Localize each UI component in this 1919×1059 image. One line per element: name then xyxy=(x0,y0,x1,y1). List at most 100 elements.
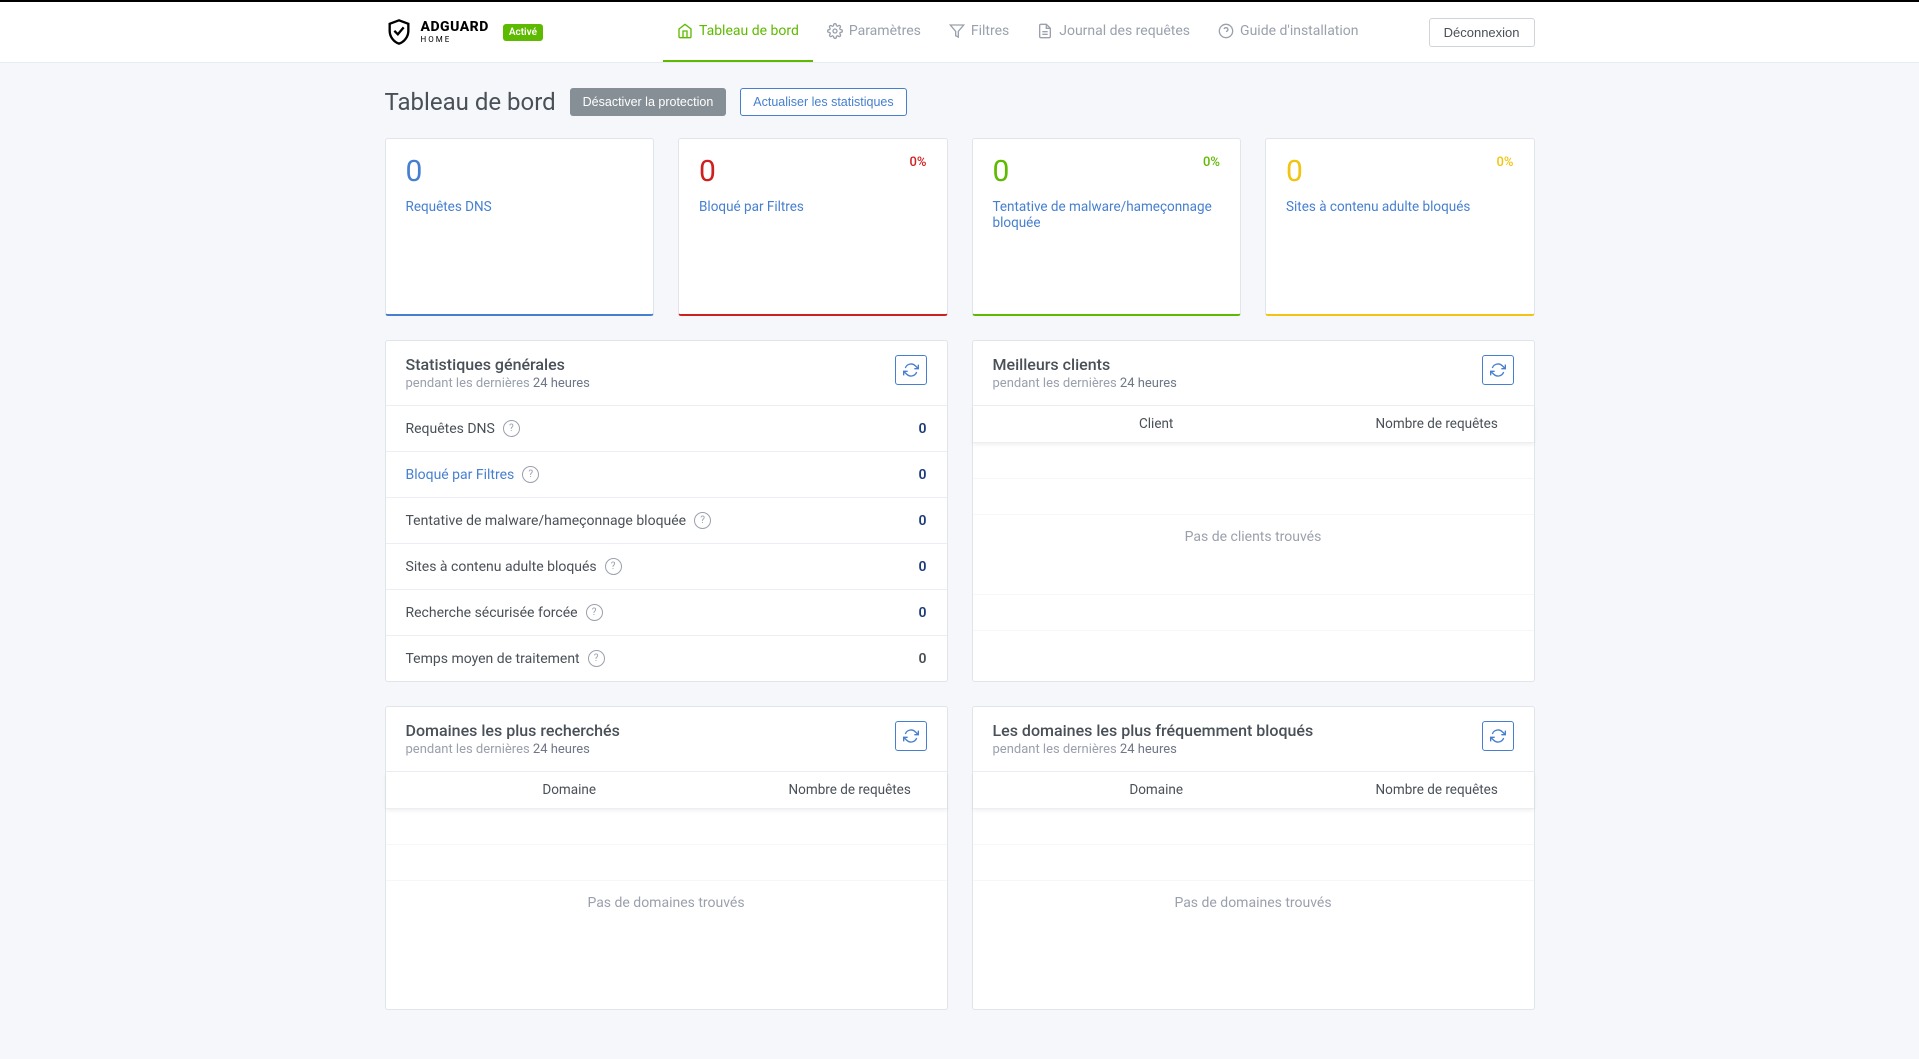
stat-card-malware: 0% 0 Tentative de malware/hameçonnage bl… xyxy=(972,138,1242,316)
stat-row: Bloqué par Filtres? 0 xyxy=(386,452,947,498)
nav-settings[interactable]: Paramètres xyxy=(813,2,935,62)
stat-label-link[interactable]: Bloqué par Filtres xyxy=(699,199,804,215)
stat-label-link[interactable]: Sites à contenu adulte bloqués xyxy=(1286,199,1470,215)
stat-row: Tentative de malware/hameçonnage bloquée… xyxy=(386,498,947,544)
nav-label: Guide d'installation xyxy=(1240,23,1358,39)
panel-general-stats: Statistiques générales pendant les derni… xyxy=(385,340,948,682)
brand-name: ADGUARD xyxy=(421,20,489,34)
help-icon xyxy=(1218,23,1234,39)
help-icon[interactable]: ? xyxy=(586,604,603,621)
panel-title: Domaines les plus recherchés xyxy=(406,721,620,740)
logo[interactable]: ADGUARD HOME Activé xyxy=(385,18,544,46)
stat-label-link[interactable]: Requêtes DNS xyxy=(406,199,492,215)
table-row xyxy=(973,809,1534,845)
nav-filters[interactable]: Filtres xyxy=(935,2,1023,62)
stat-value: 0 xyxy=(993,157,1221,187)
nav-dashboard[interactable]: Tableau de bord xyxy=(663,2,813,62)
status-badge: Activé xyxy=(503,24,543,41)
gear-icon xyxy=(827,23,843,39)
nav-setup[interactable]: Guide d'installation xyxy=(1204,2,1372,62)
refresh-button[interactable] xyxy=(895,355,927,385)
file-icon xyxy=(1037,23,1053,39)
col-header: Nombre de requêtes xyxy=(1340,772,1534,808)
stat-row-value: 0 xyxy=(919,467,927,483)
refresh-button[interactable] xyxy=(895,721,927,751)
table-header: Client Nombre de requêtes xyxy=(973,406,1534,443)
filter-icon xyxy=(949,23,965,39)
stat-value: 0 xyxy=(406,157,634,187)
panel-title: Statistiques générales xyxy=(406,355,590,374)
table-row xyxy=(973,845,1534,881)
stat-row-value: 0 xyxy=(919,421,927,437)
refresh-button[interactable] xyxy=(1482,721,1514,751)
stat-row: Temps moyen de traitement? 0 xyxy=(386,636,947,681)
stat-label-link[interactable]: Tentative de malware/hameçonnage bloquée xyxy=(993,199,1212,231)
stat-row-value: 0 xyxy=(919,559,927,575)
stat-card-dns: 0 Requêtes DNS xyxy=(385,138,655,316)
refresh-icon xyxy=(903,728,919,744)
panel-top-queried: Domaines les plus recherchés pendant les… xyxy=(385,706,948,1010)
panel-subtitle: pendant les dernières 24 heures xyxy=(406,376,590,391)
panel-top-clients: Meilleurs clients pendant les dernières … xyxy=(972,340,1535,682)
table-header: Domaine Nombre de requêtes xyxy=(386,772,947,809)
empty-message: Pas de clients trouvés xyxy=(973,515,1534,559)
table-row xyxy=(973,595,1534,631)
refresh-stats-button[interactable]: Actualiser les statistiques xyxy=(740,88,906,116)
refresh-icon xyxy=(1490,728,1506,744)
home-icon xyxy=(677,23,693,39)
help-icon[interactable]: ? xyxy=(522,466,539,483)
logout-button[interactable]: Déconnexion xyxy=(1429,18,1535,47)
panel-subtitle: pendant les dernières 24 heures xyxy=(993,742,1314,757)
col-header: Domaine xyxy=(386,772,753,808)
stat-pct: 0% xyxy=(1203,155,1220,170)
nav-label: Tableau de bord xyxy=(699,23,799,39)
table-row xyxy=(973,443,1534,479)
table-row xyxy=(386,845,947,881)
stat-pct: 0% xyxy=(910,155,927,170)
stat-card-blocked: 0% 0 Bloqué par Filtres xyxy=(678,138,948,316)
shield-icon xyxy=(385,18,413,46)
stat-row-value: 0 xyxy=(919,513,927,529)
refresh-icon xyxy=(903,362,919,378)
page-header: Tableau de bord Désactiver la protection… xyxy=(385,88,1535,116)
stat-row: Sites à contenu adulte bloqués? 0 xyxy=(386,544,947,590)
nav-label: Journal des requêtes xyxy=(1059,23,1190,39)
brand-sub: HOME xyxy=(421,36,489,44)
stat-value: 0 xyxy=(1286,157,1514,187)
help-icon[interactable]: ? xyxy=(588,650,605,667)
refresh-icon xyxy=(1490,362,1506,378)
table-header: Domaine Nombre de requêtes xyxy=(973,772,1534,809)
main-nav: Tableau de bord Paramètres Filtres Journ… xyxy=(663,2,1373,62)
col-header: Nombre de requêtes xyxy=(753,772,947,808)
col-header: Domaine xyxy=(973,772,1340,808)
stat-row: Recherche sécurisée forcée? 0 xyxy=(386,590,947,636)
help-icon[interactable]: ? xyxy=(605,558,622,575)
nav-querylog[interactable]: Journal des requêtes xyxy=(1023,2,1204,62)
nav-label: Filtres xyxy=(971,23,1009,39)
panel-top-blocked: Les domaines les plus fréquemment bloqué… xyxy=(972,706,1535,1010)
page-title: Tableau de bord xyxy=(385,88,556,116)
stat-pct: 0% xyxy=(1497,155,1514,170)
stat-row-value: 0 xyxy=(919,605,927,621)
nav-label: Paramètres xyxy=(849,23,921,39)
table-row xyxy=(973,559,1534,595)
empty-message: Pas de domaines trouvés xyxy=(973,881,1534,925)
panel-title: Les domaines les plus fréquemment bloqué… xyxy=(993,721,1314,740)
empty-message: Pas de domaines trouvés xyxy=(386,881,947,925)
help-icon[interactable]: ? xyxy=(503,420,520,437)
table-row xyxy=(386,809,947,845)
help-icon[interactable]: ? xyxy=(694,512,711,529)
refresh-button[interactable] xyxy=(1482,355,1514,385)
header: ADGUARD HOME Activé Tableau de bord Para… xyxy=(0,2,1919,63)
panel-subtitle: pendant les dernières 24 heures xyxy=(406,742,620,757)
table-row xyxy=(973,479,1534,515)
disable-protection-button[interactable]: Désactiver la protection xyxy=(570,88,727,116)
stat-row-value: 0 xyxy=(919,651,927,667)
stat-card-adult: 0% 0 Sites à contenu adulte bloqués xyxy=(1265,138,1535,316)
panel-subtitle: pendant les dernières 24 heures xyxy=(993,376,1177,391)
col-header: Nombre de requêtes xyxy=(1340,406,1534,442)
panel-title: Meilleurs clients xyxy=(993,355,1177,374)
stat-value: 0 xyxy=(699,157,927,187)
col-header: Client xyxy=(973,406,1340,442)
stat-row: Requêtes DNS? 0 xyxy=(386,406,947,452)
